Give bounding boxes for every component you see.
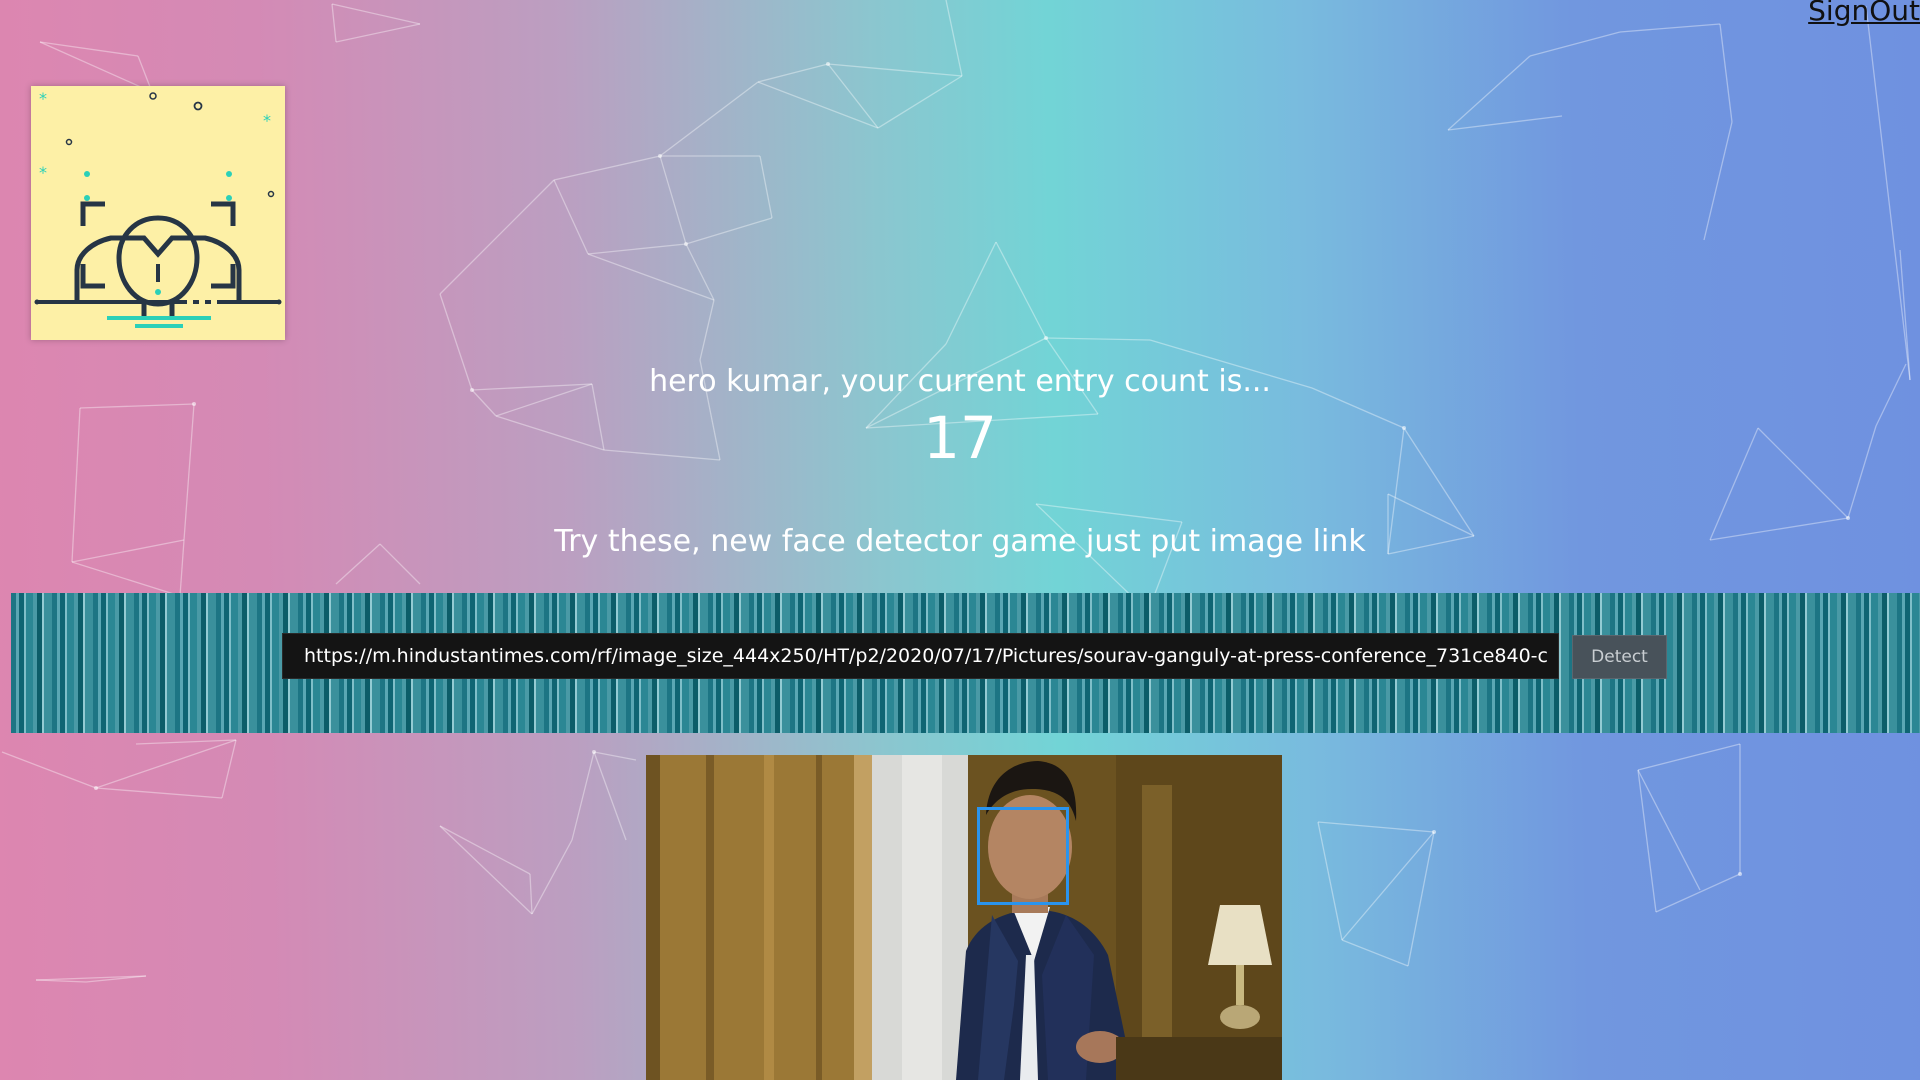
detected-image <box>646 755 1282 1080</box>
svg-text:*: * <box>39 163 47 182</box>
svg-text:*: * <box>263 111 271 130</box>
entry-count: 17 <box>923 404 997 472</box>
entry-greeting: hero kumar, your current entry count is.… <box>649 364 1271 399</box>
detect-button[interactable]: Detect <box>1572 635 1667 679</box>
face-bounding-box <box>977 807 1069 905</box>
detector-hint: Try these, new face detector game just p… <box>554 524 1366 559</box>
image-link-form: Detect <box>11 593 1920 733</box>
svg-text:*: * <box>39 89 47 108</box>
face-recognition-logo: * * * <box>31 86 285 340</box>
face-recognition-icon: * * * <box>34 89 282 328</box>
image-url-input[interactable] <box>282 633 1559 679</box>
signout-link[interactable]: SignOut <box>1808 0 1920 27</box>
